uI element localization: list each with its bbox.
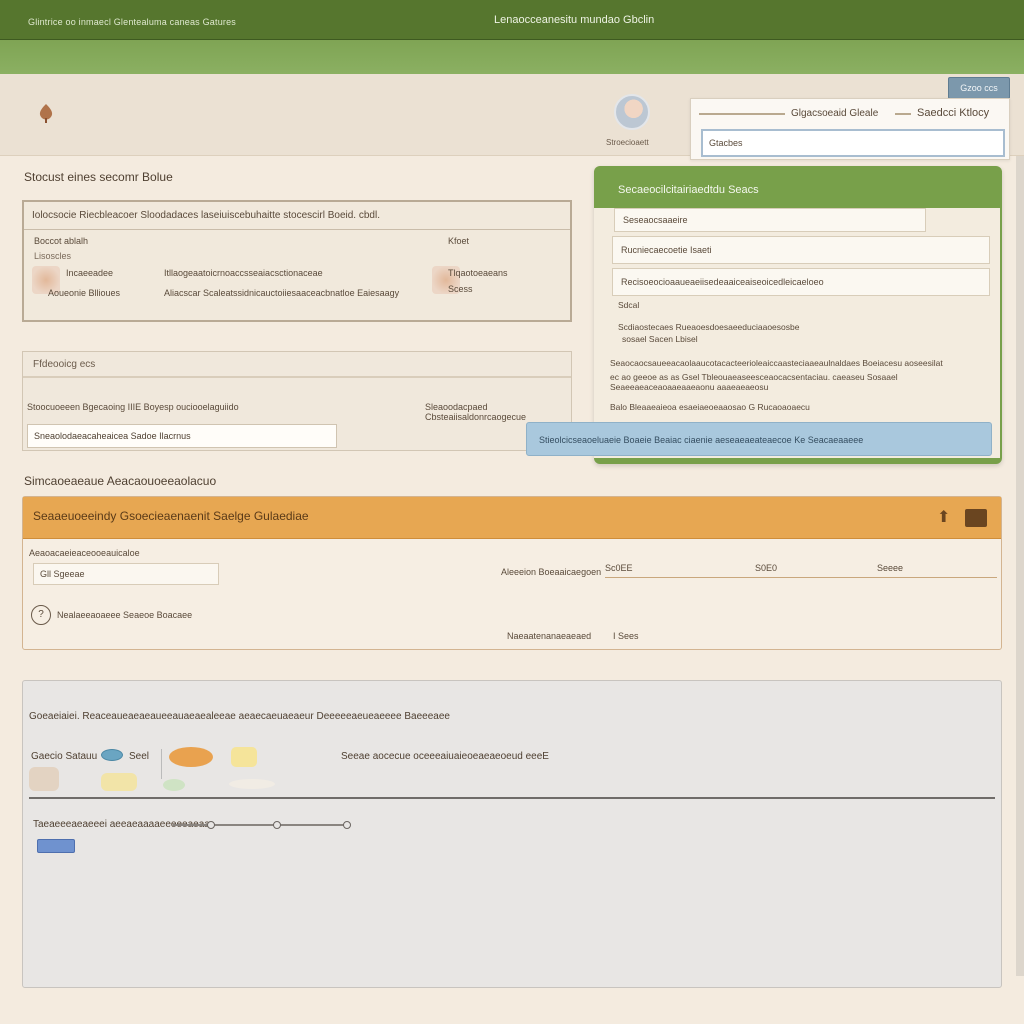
avatar-label: Stroecioaett xyxy=(606,138,649,147)
panel-text: ec ao geeoe as as Gsel Tbleouaeaseesceao… xyxy=(610,372,898,392)
row-label: Stoocuoeeen Bgecaoing IIIE Boyesp oucioo… xyxy=(27,402,239,412)
panel-input[interactable]: Rucniecaecoetie Isaeti xyxy=(612,236,990,264)
column-header: Kfoet xyxy=(448,236,470,246)
list-item: Itllaogeaatoicrnoaccsseaiacsctionaceae xyxy=(164,268,323,278)
leaf-logo-icon[interactable] xyxy=(36,102,56,124)
panel-text: Seaocaocsaueeacaolaaucotacacteerioleaicc… xyxy=(610,358,943,368)
search-label-right: Saedcci Ktlocy xyxy=(917,107,990,119)
row-label: Sleaoodacpaed Cbsteaiisaldonrcaogecue xyxy=(425,402,527,422)
help-text: Nealaeeaoaeee Seaeoe Boacaee xyxy=(57,610,193,620)
card-header: Iolocsocie Riecbleacoer Sloodadaces lase… xyxy=(24,202,570,230)
step-dot[interactable] xyxy=(343,821,351,829)
range-slider-small[interactable] xyxy=(895,113,911,115)
image-thumbnail xyxy=(29,767,59,791)
action-chip[interactable] xyxy=(37,839,75,853)
column-header: Boccot ablalh xyxy=(34,236,89,246)
blue-swatch[interactable] xyxy=(101,749,123,761)
avatar[interactable] xyxy=(614,94,650,130)
list-item: Scess xyxy=(448,284,473,294)
card-header: Goeaeiaiei. Reaceaueaeaeaueeauaeaealeeae… xyxy=(29,711,450,722)
column-value: Sc0EE xyxy=(605,563,633,573)
field-label: Aeaoacaeieaceooeauicaloe xyxy=(29,548,140,558)
header-band xyxy=(0,40,1024,74)
window-title: Lenaocceanesitu mundao Gbclin xyxy=(494,14,655,26)
media-caption: Seeae aocecue oceeeaiuaieoeaeaeoeud eeeE xyxy=(341,751,549,762)
text-field[interactable]: Sneaolodaeacaheaicea Sadoe Ilacrnus xyxy=(27,424,337,448)
yellow-swatch[interactable] xyxy=(231,747,257,767)
detail-input[interactable]: Gll Sgeeae xyxy=(33,563,219,585)
media-card: Goeaeiaiei. Reaceaueaeaeaueeauaeaealeeae… xyxy=(22,680,1002,988)
green-swatch[interactable] xyxy=(163,779,185,791)
card-header: Seaaeuoeeindy Gsoecieaenaenit Saelge Gul… xyxy=(23,497,1001,539)
sub-label: Lisoscles xyxy=(34,251,72,261)
settings-card: Ffdeooicg ecs Stoocuoeeen Bgecaoing IIIE… xyxy=(22,351,572,451)
top-bar: Glintrice oo inmaecl Glentealuma caneas … xyxy=(0,0,1024,40)
arrow-up-icon[interactable]: ⬆ xyxy=(937,509,955,527)
info-banner[interactable]: Stieolcicseaoeluaeie Boaeie Beaiac ciaen… xyxy=(526,422,992,456)
summary-card: Iolocsocie Riecbleacoer Sloodadaces lase… xyxy=(22,200,572,322)
field-label: Naeaatenanaeaeaed xyxy=(507,631,592,641)
orange-swatch[interactable] xyxy=(169,747,213,767)
step-dot[interactable] xyxy=(273,821,281,829)
panel-text: Sdcal xyxy=(618,300,640,310)
divider xyxy=(29,797,995,799)
search-panel: Glgacsoeaid Gleale Saedcci Ktlocy Gtacbe… xyxy=(690,98,1010,160)
panel-text: Balo Bleaaeaieoa esaeiaeoeaaosao G Rucao… xyxy=(610,402,810,412)
side-panel: Secaeocilcitairiaedtdu Seacs Seseaocsaae… xyxy=(594,166,1002,464)
yellow-swatch[interactable] xyxy=(101,773,137,791)
section-title-1: Stocust eines secomr Bolue xyxy=(24,170,173,184)
panel-text: sosael Sacen Lbisel xyxy=(622,334,698,344)
help-icon[interactable]: ? xyxy=(31,605,51,625)
panel-text: Scdiaostecaes Rueaoesdoesaeeduciaaoesosb… xyxy=(618,322,800,332)
detail-card: Seaaeuoeeindy Gsoecieaenaenit Saelge Gul… xyxy=(22,496,1002,650)
column-value: S0E0 xyxy=(755,563,778,573)
card-header: Ffdeooicg ecs xyxy=(23,352,571,378)
panel-input[interactable]: Seseaocsaaeire xyxy=(614,208,926,232)
range-slider[interactable] xyxy=(699,113,785,115)
step-track xyxy=(173,824,349,826)
search-label: Glgacsoeaid Gleale xyxy=(791,108,879,119)
section-title-2: Simcaoeaeaue Aeacaouoeeaolacuo xyxy=(24,474,217,488)
top-action-button[interactable]: Gzoo ccs xyxy=(948,77,1010,99)
app-title: Glintrice oo inmaecl Glentealuma caneas … xyxy=(28,17,236,27)
list-item[interactable]: Incaeeadee xyxy=(66,268,113,278)
step-dot[interactable] xyxy=(207,821,215,829)
search-input[interactable]: Gtacbes xyxy=(701,129,1005,157)
field-label: Aleeeion Boeaaicaegoen xyxy=(501,567,602,577)
panel-title: Secaeocilcitairiaedtdu Seacs xyxy=(618,184,759,196)
media-label: Gaecio Satauu xyxy=(31,751,98,762)
list-item: Tlqaotoeaeans xyxy=(448,268,508,278)
list-item[interactable]: Aoueonie Bllioues xyxy=(48,288,120,298)
scrollbar[interactable] xyxy=(1016,156,1024,976)
shadow-swatch xyxy=(229,779,275,789)
divider xyxy=(161,749,162,779)
field-value: I Sees xyxy=(613,631,639,641)
media-label: Seel xyxy=(129,751,150,762)
panel-input[interactable]: Recisoeocioaaueaeiisedeaaiceaiseoicedlei… xyxy=(612,268,990,296)
export-icon[interactable] xyxy=(965,509,987,527)
column-value: Seeee xyxy=(877,563,904,573)
panel-body: Seseaocsaaeire Rucniecaecoetie Isaeti Re… xyxy=(594,208,1000,458)
list-item: Aliacscar Scaleatssidnicauctoiiesaaceacb… xyxy=(164,288,400,298)
divider xyxy=(605,577,997,578)
